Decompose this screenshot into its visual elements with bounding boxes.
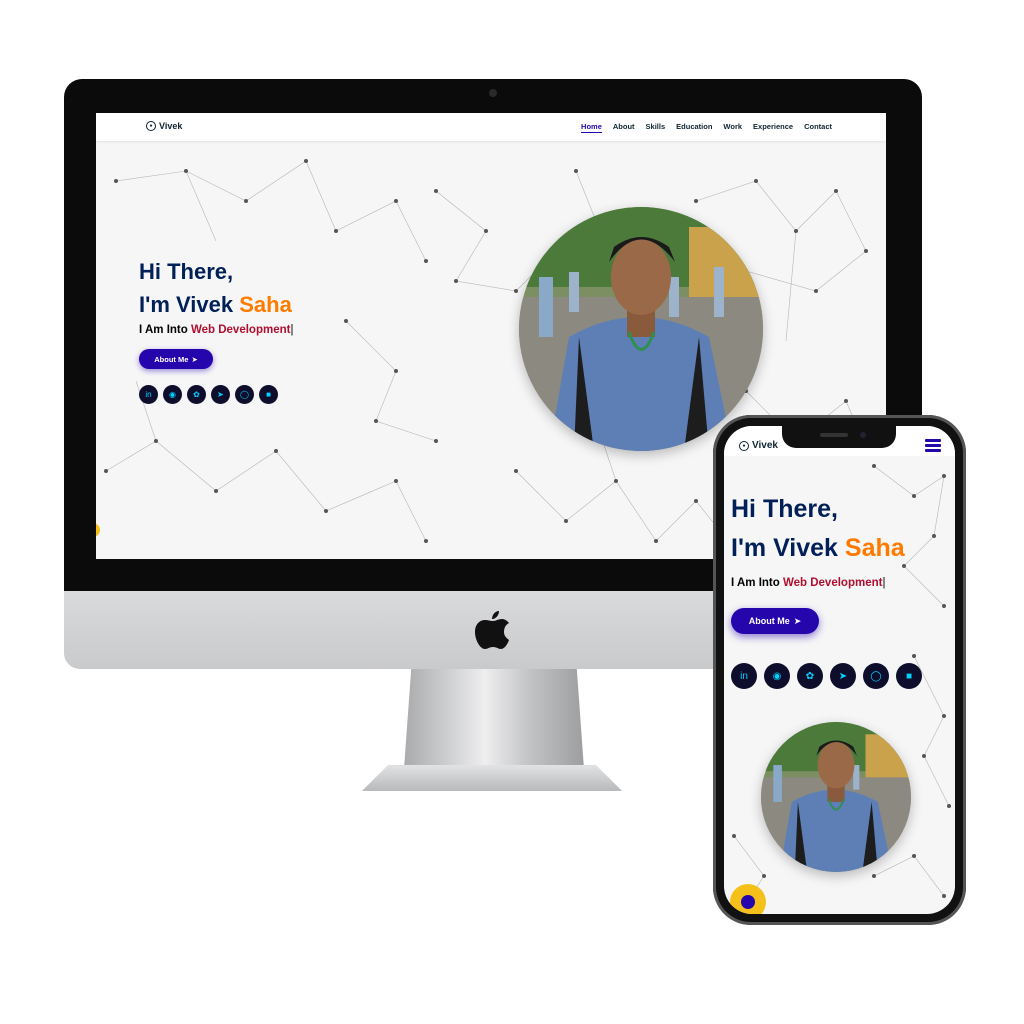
dev-icon[interactable]: ■ bbox=[896, 663, 922, 689]
brand-icon: ● bbox=[146, 121, 156, 131]
apple-logo-icon bbox=[475, 611, 509, 649]
brand-logo[interactable]: ● Vivek bbox=[146, 121, 182, 131]
desktop-social-icons: in ◉ ✿ ➤ ◯ ■ bbox=[139, 385, 278, 404]
iphone-mockup: ● Vivek Hi There, I'm Vivek Saha I Am In… bbox=[713, 415, 966, 925]
hamburger-menu-icon[interactable] bbox=[925, 439, 941, 454]
twitter-icon[interactable]: ✿ bbox=[187, 385, 206, 404]
about-me-button[interactable]: About Me ➤ bbox=[139, 349, 213, 369]
github-icon[interactable]: ◉ bbox=[764, 663, 790, 689]
about-me-label: About Me bbox=[154, 354, 189, 364]
mobile-subtitle-prefix: I Am Into bbox=[731, 577, 783, 589]
mobile-hero-subtitle: I Am Into Web Development| bbox=[731, 577, 885, 589]
hero-heading: Hi There, I'm Vivek Saha bbox=[139, 255, 292, 321]
instagram-icon[interactable]: ◯ bbox=[235, 385, 254, 404]
brand-icon: ● bbox=[739, 440, 749, 451]
github-icon[interactable]: ◉ bbox=[163, 385, 182, 404]
profile-photo bbox=[519, 207, 763, 451]
mobile-subtitle-highlight: Web Development bbox=[782, 577, 883, 589]
dev-icon[interactable]: ■ bbox=[259, 385, 278, 404]
desktop-navbar: ● Vivek Home About Skills Education Work… bbox=[96, 113, 886, 141]
mobile-hero-heading: Hi There, I'm Vivek Saha bbox=[731, 490, 905, 568]
mobile-brand-name: Vivek bbox=[752, 440, 778, 451]
desktop-nav-links: Home About Skills Education Work Experie… bbox=[581, 122, 832, 133]
phone-notch bbox=[782, 426, 896, 448]
notch-camera bbox=[860, 432, 866, 438]
mobile-typing-cursor: | bbox=[882, 577, 886, 589]
brand-name: Vivek bbox=[159, 121, 183, 131]
telegram-icon[interactable]: ➤ bbox=[211, 385, 230, 404]
chat-bot-button[interactable] bbox=[730, 884, 766, 914]
linkedin-icon[interactable]: in bbox=[731, 663, 757, 689]
twitter-icon[interactable]: ✿ bbox=[797, 663, 823, 689]
imac-foot bbox=[362, 765, 622, 791]
mobile-screen: ● Vivek Hi There, I'm Vivek Saha I Am In… bbox=[724, 426, 955, 914]
mobile-hero-intro-prefix: I'm Vivek bbox=[731, 534, 845, 562]
instagram-icon[interactable]: ◯ bbox=[863, 663, 889, 689]
hero-intro-prefix: I'm Vivek bbox=[139, 292, 240, 317]
nav-skills[interactable]: Skills bbox=[646, 122, 666, 133]
imac-stand bbox=[404, 669, 584, 769]
mobile-profile-photo bbox=[761, 722, 911, 872]
mobile-hero-intro: I'm Vivek Saha bbox=[731, 529, 905, 568]
mobile-profile-photo-illustration bbox=[761, 722, 911, 872]
mobile-brand-logo[interactable]: ● Vivek bbox=[739, 440, 778, 451]
arrow-circle-icon: ➤ bbox=[793, 615, 802, 626]
nav-about[interactable]: About bbox=[613, 122, 635, 133]
hero-intro-highlight: Saha bbox=[239, 292, 292, 317]
mobile-about-me-button[interactable]: About Me ➤ bbox=[731, 608, 819, 634]
mobile-hero-greeting: Hi There, bbox=[731, 495, 838, 523]
nav-education[interactable]: Education bbox=[676, 122, 712, 133]
nav-contact[interactable]: Contact bbox=[804, 122, 832, 133]
notch-speaker bbox=[820, 433, 848, 437]
chat-icon bbox=[741, 895, 755, 909]
nav-home[interactable]: Home bbox=[581, 122, 602, 133]
arrow-circle-icon: ➤ bbox=[191, 354, 198, 364]
mobile-about-me-label: About Me bbox=[748, 616, 790, 626]
mobile-social-icons: in ◉ ✿ ➤ ◯ ■ bbox=[731, 663, 922, 689]
hero-subtitle-highlight: Web Development bbox=[190, 324, 291, 336]
mobile-hero-intro-highlight: Saha bbox=[844, 534, 905, 562]
profile-photo-illustration bbox=[519, 207, 763, 451]
camera-dot bbox=[489, 89, 497, 97]
hero-subtitle: I Am Into Web Development| bbox=[139, 324, 293, 336]
nav-experience[interactable]: Experience bbox=[753, 122, 793, 133]
telegram-icon[interactable]: ➤ bbox=[830, 663, 856, 689]
linkedin-icon[interactable]: in bbox=[139, 385, 158, 404]
hero-intro: I'm Vivek Saha bbox=[139, 288, 292, 321]
hero-subtitle-prefix: I Am Into bbox=[139, 324, 191, 336]
hero-greeting: Hi There, bbox=[139, 259, 234, 284]
typing-cursor: | bbox=[290, 324, 294, 336]
nav-work[interactable]: Work bbox=[723, 122, 742, 133]
